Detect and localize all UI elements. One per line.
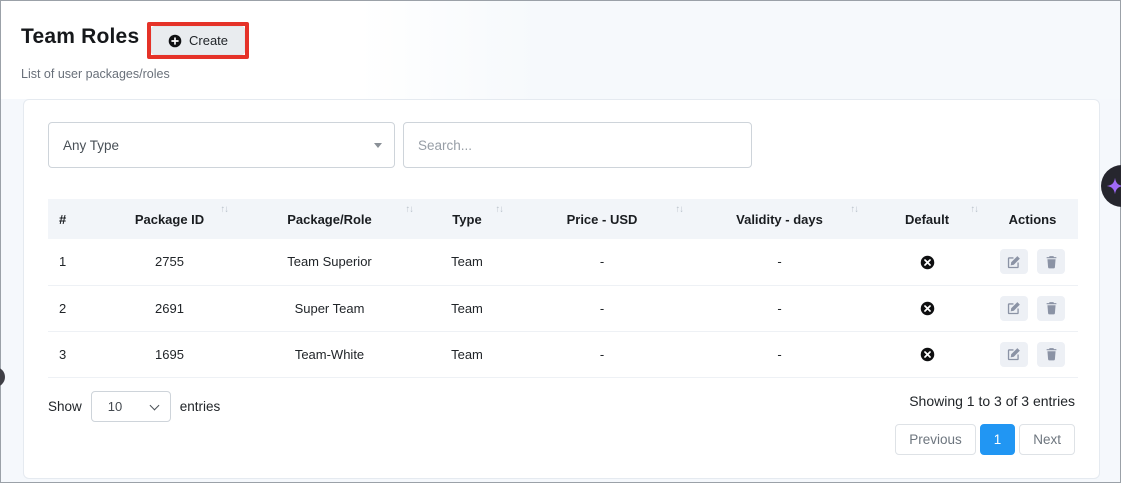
show-label: Show xyxy=(48,399,82,414)
not-default-icon xyxy=(920,301,935,316)
sort-icon[interactable]: ↑↓ xyxy=(406,204,414,215)
trash-icon xyxy=(1045,255,1058,269)
edit-button[interactable] xyxy=(1000,296,1028,321)
cell-package-id: 1695 xyxy=(102,331,237,377)
edit-icon xyxy=(1007,255,1021,269)
table-header-row: # Package ID↑↓ Package/Role↑↓ Type↑↓ Pri… xyxy=(48,199,1078,239)
sort-icon[interactable]: ↑↓ xyxy=(971,204,979,215)
cell-index: 2 xyxy=(48,285,102,331)
table-row: 1 2755 Team Superior Team - - xyxy=(48,239,1078,285)
edit-button[interactable] xyxy=(1000,342,1028,367)
next-page-button[interactable]: Next xyxy=(1019,424,1075,455)
cell-index: 3 xyxy=(48,331,102,377)
column-header-price[interactable]: Price - USD↑↓ xyxy=(512,199,692,239)
delete-button[interactable] xyxy=(1037,342,1065,367)
previous-page-button[interactable]: Previous xyxy=(895,424,976,455)
cell-package-role: Team Superior xyxy=(237,239,422,285)
cell-price: - xyxy=(512,239,692,285)
roles-card: Any Type # Package ID↑↓ Package/Role↑↓ T… xyxy=(23,99,1100,479)
sort-icon[interactable]: ↑↓ xyxy=(851,204,859,215)
page-header: Team Roles Create List of user packages/… xyxy=(1,1,1120,99)
create-button-label: Create xyxy=(189,33,228,48)
cell-type: Team xyxy=(422,239,512,285)
annotation-highlight-box: Create xyxy=(147,22,249,59)
trash-icon xyxy=(1045,301,1058,315)
column-header-package-role[interactable]: Package/Role↑↓ xyxy=(237,199,422,239)
sort-icon[interactable]: ↑↓ xyxy=(496,204,504,215)
pagination: Previous 1 Next xyxy=(895,424,1075,455)
delete-button[interactable] xyxy=(1037,249,1065,274)
sort-icon[interactable]: ↑↓ xyxy=(676,204,684,215)
entries-summary: Showing 1 to 3 of 3 entries xyxy=(909,393,1075,409)
sort-icon[interactable]: ↑↓ xyxy=(221,204,229,215)
left-edge-peek-button[interactable] xyxy=(0,367,5,387)
column-header-package-id[interactable]: Package ID↑↓ xyxy=(102,199,237,239)
create-button[interactable]: Create xyxy=(151,26,245,55)
cell-validity: - xyxy=(692,239,867,285)
page-size-select-wrap: 10 xyxy=(91,391,171,422)
page-1-button[interactable]: 1 xyxy=(980,424,1016,455)
cell-price: - xyxy=(512,331,692,377)
cell-type: Team xyxy=(422,331,512,377)
roles-table: # Package ID↑↓ Package/Role↑↓ Type↑↓ Pri… xyxy=(48,199,1078,378)
column-header-validity[interactable]: Validity - days↑↓ xyxy=(692,199,867,239)
column-header-default[interactable]: Default↑↓ xyxy=(867,199,987,239)
not-default-icon xyxy=(920,347,935,362)
type-filter: Any Type xyxy=(48,122,395,168)
cell-actions xyxy=(987,331,1078,377)
type-filter-select[interactable]: Any Type xyxy=(48,122,395,168)
footer-right: Showing 1 to 3 of 3 entries Previous 1 N… xyxy=(895,391,1075,455)
table-row: 3 1695 Team-White Team - - xyxy=(48,331,1078,377)
page-size-select[interactable]: 10 xyxy=(91,391,171,422)
not-default-icon xyxy=(920,255,935,270)
edit-button[interactable] xyxy=(1000,249,1028,274)
table-footer: Show 10 entries Showing 1 to 3 of 3 entr… xyxy=(48,391,1075,455)
cell-package-id: 2755 xyxy=(102,239,237,285)
cell-package-role: Super Team xyxy=(237,285,422,331)
cell-type: Team xyxy=(422,285,512,331)
edit-icon xyxy=(1007,347,1021,361)
cell-package-role: Team-White xyxy=(237,331,422,377)
cell-validity: - xyxy=(692,331,867,377)
cell-default xyxy=(867,285,987,331)
sparkle-icon xyxy=(1106,177,1121,195)
cell-index: 1 xyxy=(48,239,102,285)
cell-validity: - xyxy=(692,285,867,331)
table-row: 2 2691 Super Team Team - - xyxy=(48,285,1078,331)
cell-package-id: 2691 xyxy=(102,285,237,331)
page-size-control: Show 10 entries xyxy=(48,391,220,422)
cell-default xyxy=(867,331,987,377)
edit-icon xyxy=(1007,301,1021,315)
cell-actions xyxy=(987,239,1078,285)
delete-button[interactable] xyxy=(1037,296,1065,321)
cell-default xyxy=(867,239,987,285)
cell-actions xyxy=(987,285,1078,331)
trash-icon xyxy=(1045,347,1058,361)
cell-price: - xyxy=(512,285,692,331)
plus-circle-icon xyxy=(168,34,182,48)
column-header-type[interactable]: Type↑↓ xyxy=(422,199,512,239)
page-subtitle: List of user packages/roles xyxy=(21,67,170,81)
page-title: Team Roles xyxy=(21,25,139,49)
column-header-index: # xyxy=(48,199,102,239)
column-header-actions: Actions xyxy=(987,199,1078,239)
entries-label: entries xyxy=(180,399,221,414)
filter-row: Any Type xyxy=(48,122,1075,168)
assistant-fab-button[interactable] xyxy=(1101,165,1121,207)
search-input[interactable] xyxy=(403,122,752,168)
